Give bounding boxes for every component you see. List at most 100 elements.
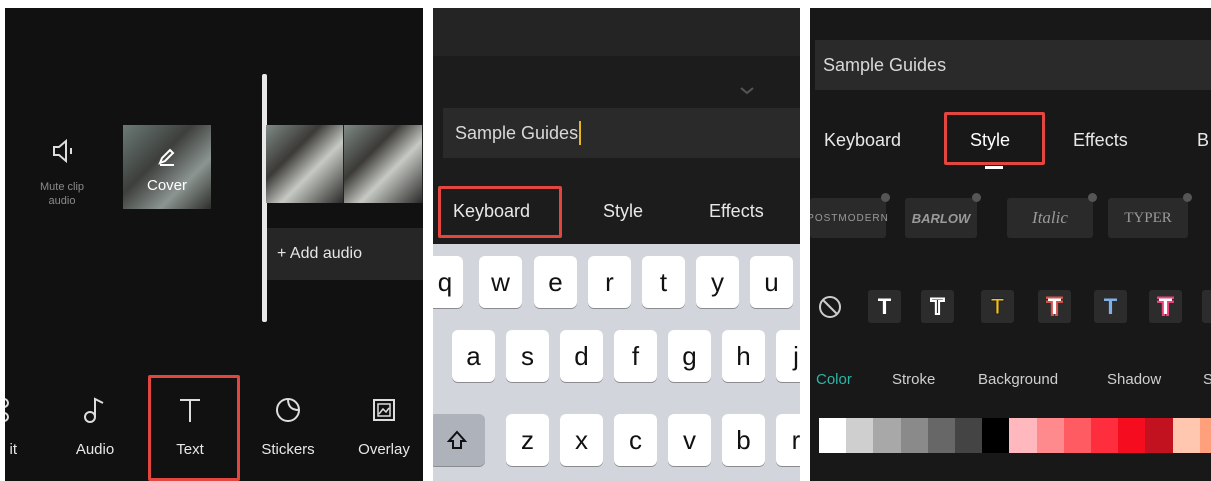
color-swatch[interactable]: [1172, 418, 1201, 453]
mute-clip-label: Mute clip: [39, 181, 85, 193]
editor-timeline-panel: Mute clip audio Cover + Add audio it Aud…: [5, 8, 423, 481]
chevron-down-icon[interactable]: [739, 86, 755, 96]
sticker-icon: [253, 391, 323, 429]
clip-frame: [266, 125, 344, 203]
font-barlow-label: BARLOW: [911, 210, 971, 226]
key-s[interactable]: s: [506, 330, 549, 382]
download-badge: [1088, 193, 1097, 202]
overlay-icon: [349, 391, 419, 429]
text-input-field[interactable]: Sample Guides: [815, 40, 1211, 90]
toolbar-overlay[interactable]: Overlay: [349, 391, 419, 458]
color-swatch[interactable]: [873, 418, 902, 453]
download-badge: [1183, 193, 1192, 202]
color-swatch[interactable]: [1118, 418, 1147, 453]
text-style-panel: Sample Guides Keyboard Style Effects B P…: [810, 8, 1211, 481]
highlight-box-style: [944, 112, 1045, 165]
style-preset-red-outline[interactable]: T: [1038, 290, 1071, 323]
toolbar-stickers-label: Stickers: [261, 441, 315, 458]
edit-pencil-icon: [157, 147, 177, 167]
color-swatch[interactable]: [955, 418, 983, 453]
color-swatch[interactable]: [1145, 418, 1174, 453]
key-w[interactable]: w: [479, 256, 522, 308]
toolbar-stickers[interactable]: Stickers: [253, 391, 323, 458]
text-input-value: Sample Guides: [823, 54, 947, 75]
toolbar-audio-label: Audio: [75, 441, 115, 458]
style-preset-blue[interactable]: T: [1094, 290, 1127, 323]
subtab-shadow[interactable]: Shadow: [1107, 371, 1161, 388]
key-y[interactable]: y: [696, 256, 739, 308]
add-audio-button[interactable]: + Add audio: [267, 228, 423, 280]
color-swatch[interactable]: [1091, 418, 1119, 453]
cover-thumbnail-button[interactable]: Cover: [123, 125, 211, 209]
key-f[interactable]: f: [614, 330, 657, 382]
font-postmodern-label: POSTMODERN: [810, 212, 889, 224]
toolbar-edit-label: it: [9, 441, 18, 458]
video-clip-strip[interactable]: [266, 125, 423, 203]
download-badge: [881, 193, 890, 202]
edit-icon: [5, 391, 23, 429]
color-swatch[interactable]: [1009, 418, 1038, 453]
subtab-background[interactable]: Background: [978, 371, 1058, 388]
shift-arrow-icon: [446, 430, 468, 449]
color-swatch[interactable]: [1063, 418, 1092, 453]
top-bar: [433, 8, 800, 56]
color-swatch[interactable]: [1199, 418, 1211, 453]
mute-clip-label-line2: audio: [48, 195, 76, 207]
key-u[interactable]: u: [750, 256, 793, 308]
key-c[interactable]: c: [614, 414, 657, 466]
toolbar-edit[interactable]: it: [5, 391, 23, 458]
key-h[interactable]: h: [722, 330, 765, 382]
cover-label: Cover: [146, 177, 187, 194]
text-input-field[interactable]: Sample Guides: [443, 108, 800, 158]
color-swatch[interactable]: [900, 418, 929, 453]
no-style-icon[interactable]: [818, 295, 842, 319]
tab-effects[interactable]: Effects: [1073, 130, 1128, 151]
key-x[interactable]: x: [560, 414, 603, 466]
font-typer[interactable]: TYPER: [1108, 193, 1192, 238]
key-a[interactable]: a: [452, 330, 495, 382]
shift-key[interactable]: [433, 414, 485, 466]
highlight-box-keyboard: [438, 186, 562, 238]
key-e[interactable]: e: [534, 256, 577, 308]
style-preset-white[interactable]: T: [868, 290, 901, 323]
color-swatch[interactable]: [819, 418, 847, 453]
color-swatch[interactable]: [927, 418, 956, 453]
key-b[interactable]: b: [722, 414, 765, 466]
key-j[interactable]: j: [776, 330, 800, 382]
key-d[interactable]: d: [560, 330, 603, 382]
subtab-s[interactable]: S: [1203, 371, 1211, 388]
tab-keyboard[interactable]: Keyboard: [824, 130, 901, 151]
text-caret: [579, 121, 582, 145]
highlight-box-text: [148, 375, 240, 481]
key-v[interactable]: v: [668, 414, 711, 466]
font-italic[interactable]: Italic: [1007, 193, 1097, 238]
key-r[interactable]: r: [588, 256, 631, 308]
clip-frame: [344, 125, 423, 203]
key-n[interactable]: r: [776, 414, 800, 466]
onscreen-keyboard: q w e r t y u a s d f g h j z x c v b r: [433, 244, 800, 481]
font-postmodern[interactable]: POSTMODERN: [810, 193, 890, 238]
mute-clip-button[interactable]: Mute clip audio: [40, 138, 87, 208]
key-t[interactable]: t: [642, 256, 685, 308]
text-input-value: Sample Guides: [455, 122, 579, 143]
toolbar-audio[interactable]: Audio: [65, 391, 125, 458]
style-preset-yellow[interactable]: T: [981, 290, 1014, 323]
subtab-color[interactable]: Color: [816, 371, 852, 388]
style-preset-pink[interactable]: T: [1149, 290, 1182, 323]
color-swatch[interactable]: [982, 418, 1011, 453]
tab-effects[interactable]: Effects: [709, 201, 764, 222]
tab-style[interactable]: Style: [603, 201, 643, 222]
font-typer-label: TYPER: [1124, 209, 1172, 226]
tab-b[interactable]: B: [1197, 130, 1209, 151]
font-barlow[interactable]: BARLOW: [905, 193, 981, 238]
key-q[interactable]: q: [433, 256, 463, 308]
color-swatch[interactable]: [846, 418, 875, 453]
key-g[interactable]: g: [668, 330, 711, 382]
key-z[interactable]: z: [506, 414, 549, 466]
subtab-stroke[interactable]: Stroke: [892, 371, 935, 388]
color-swatch[interactable]: [1036, 418, 1065, 453]
style-preset-outline[interactable]: T: [921, 290, 954, 323]
text-keyboard-panel: Sample Guides Keyboard Style Effects q w…: [433, 8, 800, 481]
font-italic-label: Italic: [1032, 208, 1068, 227]
style-preset-partial[interactable]: [1202, 290, 1211, 323]
